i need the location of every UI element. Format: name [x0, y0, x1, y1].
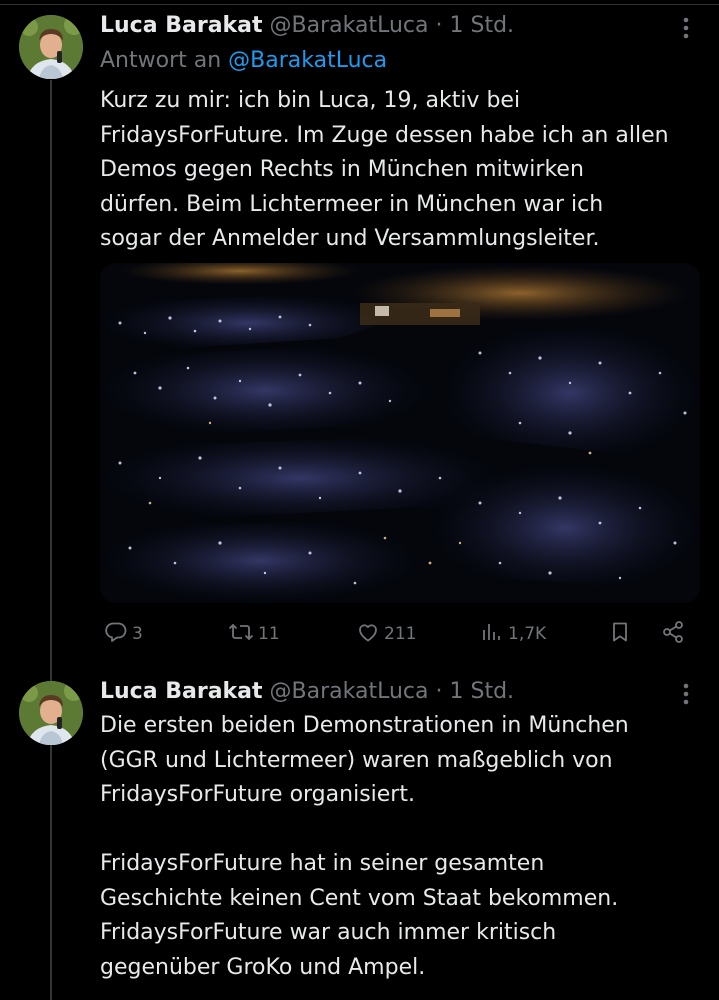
reply-prefix: Antwort an: [100, 48, 222, 73]
tweet-text-line: sogar der Anmelder und Versammlungsleite…: [100, 226, 600, 251]
heart-icon: [356, 620, 380, 649]
views-icon: [480, 620, 504, 649]
tweet-2[interactable]: Luca Barakat @BarakatLuca · 1 Std. Die e…: [0, 668, 719, 1000]
tweet-text-line: FridaysForFuture organisiert.: [100, 782, 415, 807]
timestamp[interactable]: 1 Std.: [449, 679, 514, 704]
tweet-1[interactable]: Luca Barakat @BarakatLuca · 1 Std. Antwo…: [0, 0, 719, 660]
views-button[interactable]: 1,7K: [480, 616, 546, 652]
reply-count: 3: [132, 624, 143, 644]
tweet-text-line: (GGR und Lichtermeer) waren maßgeblich v…: [100, 747, 613, 773]
author-handle[interactable]: @BarakatLuca: [270, 679, 429, 704]
tweet-text-line: dürfen. Beim Lichtermeer in München war …: [100, 191, 604, 217]
bookmark-icon: [608, 620, 632, 649]
share-icon: [660, 619, 686, 650]
tweet-header: Luca Barakat @BarakatLuca · 1 Std.: [100, 12, 514, 40]
reply-button[interactable]: 3: [104, 616, 143, 652]
author-name[interactable]: Luca Barakat: [100, 679, 263, 704]
author-handle[interactable]: @BarakatLuca: [270, 13, 429, 38]
reply-handle-link[interactable]: @BarakatLuca: [228, 48, 387, 73]
repost-button[interactable]: 11: [228, 616, 280, 652]
tweet-text: Die ersten beiden Demonstrationen in Mün…: [100, 709, 710, 985]
tweet-header: Luca Barakat @BarakatLuca · 1 Std.: [100, 678, 514, 706]
tweet-text-line: FridaysForFuture war auch immer kritisch: [100, 920, 557, 945]
tweet-text-line: Die ersten beiden Demonstrationen in Mün…: [100, 713, 629, 738]
tweet-photo[interactable]: [100, 263, 700, 603]
more-icon[interactable]: [678, 680, 694, 708]
reply-context: Antwort an @BarakatLuca: [100, 47, 387, 75]
tweet-text-line: Kurz zu mir: ich bin Luca, 19, aktiv bei: [100, 88, 521, 113]
author-name[interactable]: Luca Barakat: [100, 13, 263, 38]
tweet-text: Kurz zu mir: ich bin Luca, 19, aktiv bei…: [100, 84, 710, 257]
bookmark-button[interactable]: [608, 616, 632, 652]
share-button[interactable]: [660, 616, 686, 652]
tweet-actions: 3 11 211 1,7K: [100, 616, 700, 652]
reply-icon: [104, 620, 128, 649]
view-count: 1,7K: [508, 624, 547, 644]
tweet-text-line: Geschichte keinen Cent vom Staat bekomme…: [100, 885, 619, 911]
separator-dot: ·: [435, 679, 443, 704]
separator-dot: ·: [435, 13, 443, 38]
tweet-text-line: FridaysForFuture hat in seiner gesamten: [100, 851, 545, 876]
like-count: 211: [384, 624, 417, 644]
repost-icon: [228, 620, 254, 649]
tweet-text-line: FridaysForFuture. Im Zuge dessen habe ic…: [100, 122, 669, 148]
repost-count: 11: [258, 624, 280, 644]
tweet-text-line: Demos gegen Rechts in München mitwirken: [100, 157, 584, 182]
like-button[interactable]: 211: [356, 616, 416, 652]
more-icon[interactable]: [678, 14, 694, 42]
tweet-text-line: gegenüber GroKo und Ampel.: [100, 954, 426, 980]
avatar[interactable]: [19, 681, 83, 745]
avatar[interactable]: [19, 15, 83, 79]
timestamp[interactable]: 1 Std.: [449, 13, 514, 38]
